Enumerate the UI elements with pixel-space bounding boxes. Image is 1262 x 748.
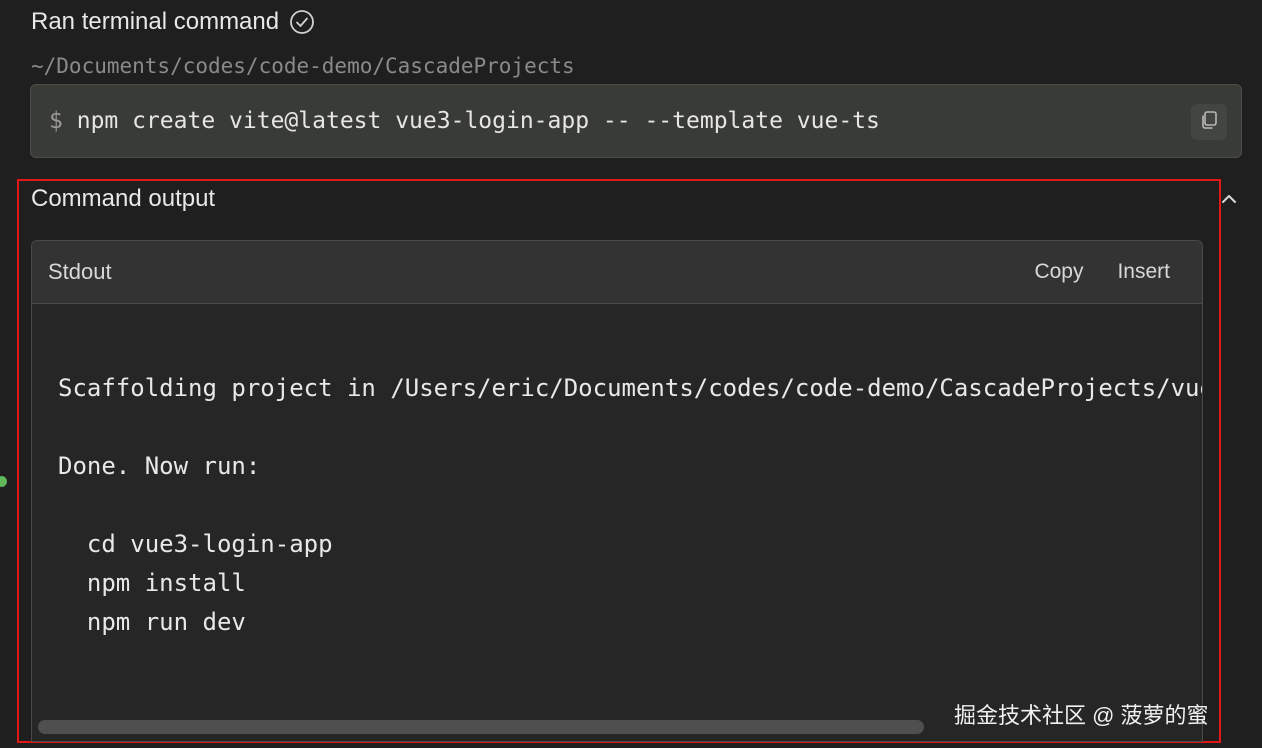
- command-output-title: Command output: [31, 185, 216, 212]
- insert-output-button[interactable]: Insert: [1117, 260, 1170, 284]
- command-box: $ npm create vite@latest vue3-login-app …: [30, 84, 1242, 158]
- command-text: npm create vite@latest vue3-login-app --…: [76, 108, 880, 134]
- stdout-line: [58, 408, 1202, 447]
- stdout-title: Stdout: [48, 259, 112, 284]
- watermark: 掘金技术社区 @ 菠萝的蜜: [954, 703, 1209, 728]
- stdout-line: Done. Now run:: [58, 452, 261, 480]
- scrollbar-thumb[interactable]: [38, 720, 924, 734]
- copy-icon: [1198, 109, 1220, 136]
- copy-command-button[interactable]: [1191, 104, 1227, 140]
- check-circle-icon: [289, 9, 315, 35]
- command-line: $ npm create vite@latest vue3-login-app …: [49, 108, 880, 134]
- stdout-box: Stdout Copy Insert Scaffolding project i…: [31, 240, 1203, 742]
- terminal-command-header: Ran terminal command: [31, 8, 315, 36]
- command-prompt: $: [49, 108, 63, 134]
- stdout-header: Stdout Copy Insert: [32, 241, 1202, 304]
- stdout-line: Scaffolding project in /Users/eric/Docum…: [58, 374, 1202, 402]
- copy-output-button[interactable]: Copy: [1034, 260, 1083, 284]
- command-output-panel: Command output Stdout Copy Insert Scaffo…: [17, 179, 1236, 743]
- stdout-line: npm install: [58, 569, 246, 597]
- stdout-content: Scaffolding project in /Users/eric/Docum…: [32, 369, 1202, 642]
- status-dot: [0, 476, 7, 487]
- chevron-up-icon[interactable]: [1217, 187, 1241, 211]
- terminal-command-title: Ran terminal command: [31, 8, 280, 35]
- stdout-line: npm run dev: [58, 608, 246, 636]
- stdout-line: [58, 486, 1202, 525]
- stdout-line: cd vue3-login-app: [58, 530, 333, 558]
- working-directory: ~/Documents/codes/code-demo/CascadeProje…: [31, 54, 575, 78]
